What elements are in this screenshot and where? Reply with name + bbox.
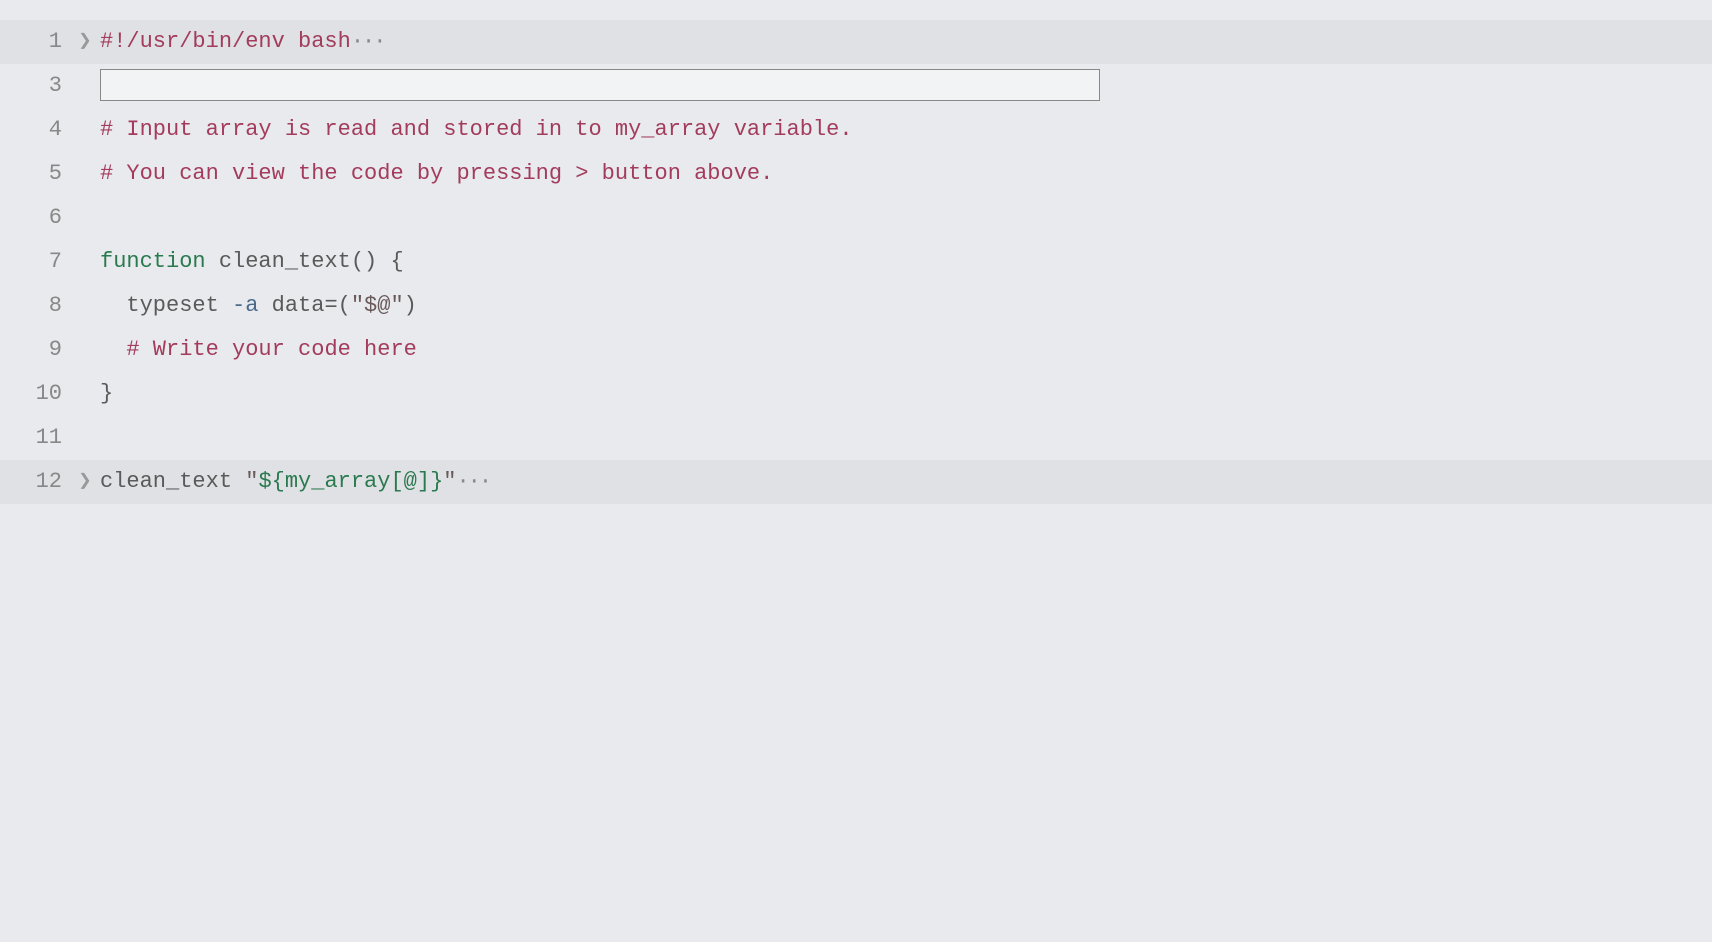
code-line[interactable]: 1 ❯ #!/usr/bin/env bash··· <box>0 20 1712 64</box>
code-line[interactable]: 4 # Input array is read and stored in to… <box>0 108 1712 152</box>
punct-text: ) <box>404 293 417 318</box>
code-content[interactable]: } <box>100 372 1712 416</box>
code-content[interactable]: # You can view the code by pressing > bu… <box>100 152 1712 196</box>
code-content[interactable]: # Write your code here <box>100 328 1712 372</box>
call-text: clean_text <box>100 469 245 494</box>
quote-text: " <box>245 469 258 494</box>
code-editor[interactable]: 1 ❯ #!/usr/bin/env bash··· 3 4 # Input a… <box>0 20 1712 504</box>
comment-text: # Write your code here <box>126 337 416 362</box>
keyword-text: function <box>100 249 206 274</box>
shebang-text: #!/usr/bin/env bash <box>100 29 351 54</box>
code-content[interactable]: function clean_text() { <box>100 240 1712 284</box>
code-line[interactable]: 12 ❯ clean_text "${my_array[@]}"··· <box>0 460 1712 504</box>
line-number: 4 <box>0 108 70 152</box>
code-line[interactable]: 7 function clean_text() { <box>0 240 1712 284</box>
code-content[interactable]: # Input array is read and stored in to m… <box>100 108 1712 152</box>
line-number: 7 <box>0 240 70 284</box>
indent <box>100 337 126 362</box>
fold-toggle-icon[interactable]: ❯ <box>70 20 100 64</box>
code-content[interactable] <box>100 64 1712 108</box>
comment-text: # Input array is read and stored in to m… <box>100 117 853 142</box>
line-number: 5 <box>0 152 70 196</box>
punct-text: data=( <box>258 293 350 318</box>
text-cursor-input[interactable] <box>100 69 1100 101</box>
code-line[interactable]: 10 } <box>0 372 1712 416</box>
indent <box>100 293 126 318</box>
code-line[interactable]: 9 # Write your code here <box>0 328 1712 372</box>
fold-toggle-icon[interactable]: ❯ <box>70 460 100 504</box>
code-line[interactable]: 6 <box>0 196 1712 240</box>
punct-text: () { <box>351 249 404 274</box>
flag-text: -a <box>232 293 258 318</box>
comment-text: # You can view the code by pressing > bu… <box>100 161 773 186</box>
code-line[interactable]: 8 typeset -a data=("$@") <box>0 284 1712 328</box>
code-content[interactable]: typeset -a data=("$@") <box>100 284 1712 328</box>
line-number: 6 <box>0 196 70 240</box>
code-line[interactable]: 5 # You can view the code by pressing > … <box>0 152 1712 196</box>
line-number: 1 <box>0 20 70 64</box>
code-content[interactable]: #!/usr/bin/env bash··· <box>100 20 1712 64</box>
function-name-text: clean_text <box>206 249 351 274</box>
code-line[interactable]: 3 <box>0 64 1712 108</box>
code-content[interactable]: clean_text "${my_array[@]}"··· <box>100 460 1712 504</box>
command-text: typeset <box>126 293 232 318</box>
line-number: 12 <box>0 460 70 504</box>
code-line[interactable]: 11 <box>0 416 1712 460</box>
brace-text: } <box>100 381 113 406</box>
line-number: 11 <box>0 416 70 460</box>
line-number: 9 <box>0 328 70 372</box>
quote-text: " <box>443 469 456 494</box>
fold-ellipsis-icon[interactable]: ··· <box>456 469 490 494</box>
string-text: "$@" <box>351 293 404 318</box>
variable-text: ${my_array[@]} <box>258 469 443 494</box>
line-number: 3 <box>0 64 70 108</box>
line-number: 8 <box>0 284 70 328</box>
fold-ellipsis-icon[interactable]: ··· <box>351 29 385 54</box>
line-number: 10 <box>0 372 70 416</box>
